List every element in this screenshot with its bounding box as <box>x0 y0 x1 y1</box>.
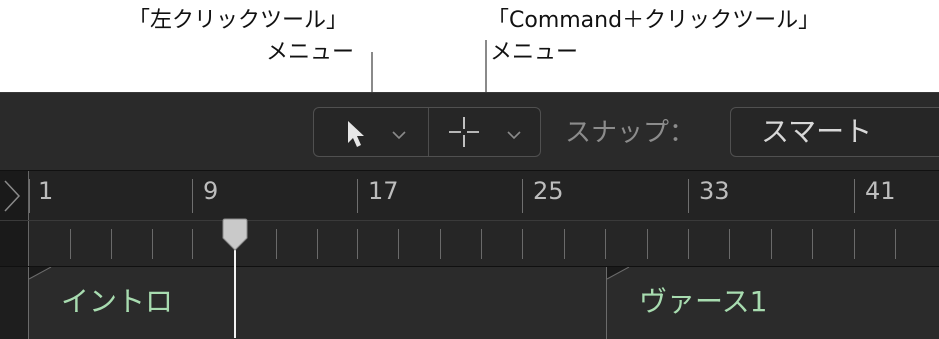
bar-marker-line <box>854 179 855 213</box>
marker-track: イントロ ヴァース1 <box>0 266 939 339</box>
beat-tick <box>357 229 358 259</box>
beat-tick <box>481 229 482 259</box>
beat-tick <box>647 229 648 259</box>
playhead-line <box>234 244 236 338</box>
beat-tick <box>440 229 441 259</box>
beat-ruler[interactable] <box>0 220 939 267</box>
marker-label: イントロ <box>61 285 174 318</box>
chevron-down-icon <box>507 131 521 140</box>
bar-marker-line <box>522 179 523 213</box>
bar-marker-line <box>192 179 193 213</box>
beat-tick <box>564 229 565 259</box>
marker-intro[interactable]: イントロ <box>28 267 606 339</box>
bar-number: 1 <box>38 177 54 205</box>
marker-verse1[interactable]: ヴァース1 <box>606 267 939 339</box>
beat-tick <box>895 229 896 259</box>
arrow-pointer-icon <box>348 121 364 147</box>
snap-label: スナップ： <box>565 118 696 148</box>
beat-ruler-leading-area <box>0 221 29 267</box>
beat-tick <box>771 229 772 259</box>
playhead-handle[interactable] <box>220 218 250 252</box>
bar-marker-line <box>29 179 30 213</box>
cmd-tool-callout-line1: 「Command＋クリックツール」 <box>487 8 821 33</box>
marker-label: ヴァース1 <box>639 285 768 318</box>
left-tool-callout-line2: メニュー <box>266 40 355 65</box>
crosshair-icon <box>449 117 479 147</box>
bar-ruler[interactable]: 1 9 17 25 33 41 <box>0 170 939 221</box>
command-click-tool-menu[interactable] <box>429 108 542 156</box>
beat-tick <box>854 229 855 259</box>
bar-number: 17 <box>368 177 399 205</box>
beat-tick <box>688 229 689 259</box>
beat-tick <box>605 229 606 259</box>
tracks-toolbar: スナップ： スマート <box>0 92 939 171</box>
snap-mode-select[interactable]: スマート <box>730 107 939 157</box>
tool-menus-group <box>313 107 541 157</box>
bar-number: 41 <box>865 177 896 205</box>
beat-tick <box>192 229 193 259</box>
bar-number: 25 <box>533 177 564 205</box>
chevron-down-icon <box>392 131 406 140</box>
bar-marker-line <box>688 179 689 213</box>
beat-tick <box>812 229 813 259</box>
beat-tick <box>729 229 730 259</box>
beat-tick <box>317 229 318 259</box>
beat-tick <box>152 229 153 259</box>
beat-tick <box>398 229 399 259</box>
cmd-tool-leader-cap <box>485 40 487 62</box>
bar-marker-line <box>357 179 358 213</box>
bar-number: 33 <box>699 177 730 205</box>
left-tool-callout-line1: 「左クリックツール」 <box>128 8 349 33</box>
marker-corner-icon <box>607 267 630 280</box>
left-click-tool-menu[interactable] <box>314 108 427 156</box>
bar-number: 9 <box>203 177 219 205</box>
cycle-triangle-icon <box>4 180 21 212</box>
ruler-leading-area <box>0 171 29 221</box>
beat-tick <box>522 229 523 259</box>
cmd-tool-callout-line2: メニュー <box>490 40 579 65</box>
beat-tick <box>111 229 112 259</box>
marker-corner-icon <box>29 267 52 280</box>
beat-tick <box>70 229 71 259</box>
beat-tick <box>276 229 277 259</box>
